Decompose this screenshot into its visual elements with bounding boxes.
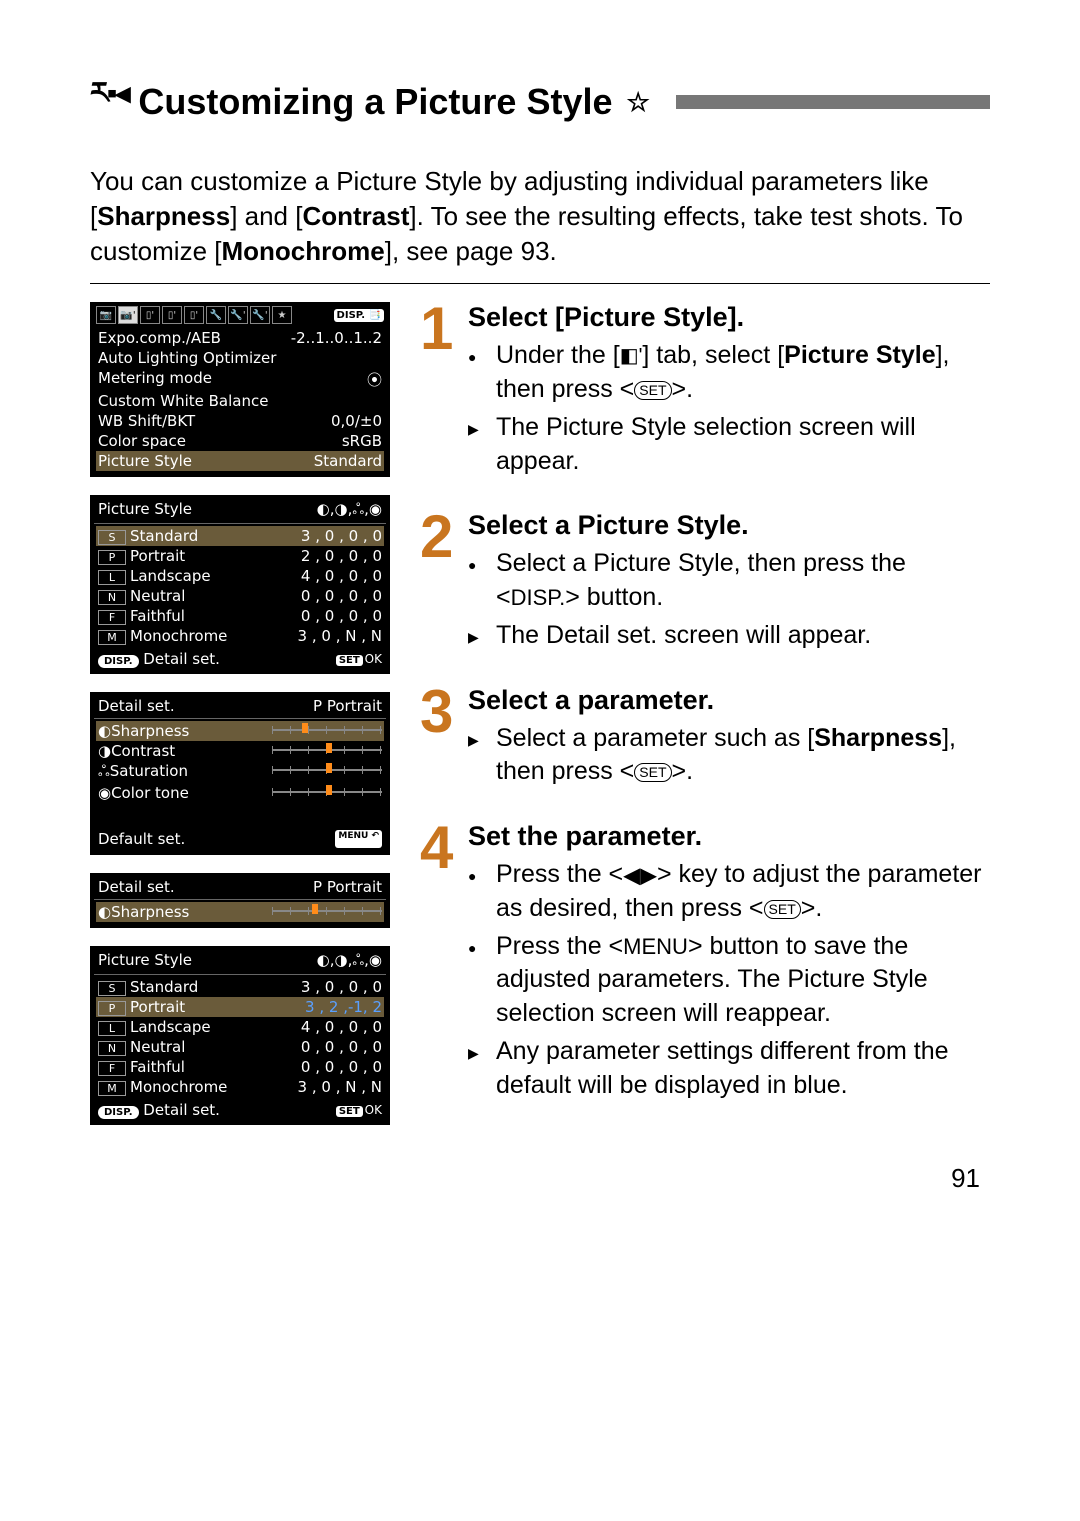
camera-tab-icon: ◧' (620, 345, 643, 367)
slider-icon (272, 786, 382, 798)
tab-icon: 🔧 (206, 306, 226, 324)
sharpness-adjust-screen: Detail set. P Portrait ◐Sharpness (90, 873, 390, 928)
set-button-icon: SET (634, 381, 671, 400)
step-1: 1 Select [Picture Style]. Under the [◧']… (420, 302, 990, 482)
tab-icon: ▯' (162, 306, 182, 324)
slider-icon (272, 905, 382, 917)
default-set-row: Default set. MENU ↶ (96, 829, 384, 849)
left-right-arrows-icon: ◀▶ (623, 863, 657, 888)
step-title: Select a Picture Style. (468, 510, 990, 541)
tab-icon: ▯' (140, 306, 160, 324)
list-header: Detail set. P Portrait (96, 877, 384, 897)
list-item: Metering mode⦿ (96, 368, 384, 391)
detail-set-screen: Detail set. P Portrait ◐Sharpness◑Contra… (90, 692, 390, 855)
list-item: Color spacesRGB (96, 431, 384, 451)
page-number: 91 (90, 1163, 990, 1194)
list-item: LLandscape4 , 0 , 0 , 0 (96, 566, 384, 586)
page-title: ཪ▪◂ Customizing a Picture Style ☆ (90, 60, 990, 144)
tab-icon: 🔧' (250, 306, 270, 324)
list-header: Detail set. P Portrait (96, 696, 384, 716)
list-item: WB Shift/BKT0,0/±0 (96, 411, 384, 431)
tab-selected-icon: 📷' (118, 306, 138, 324)
instruction-text: Press the <MENU> button to save the adju… (468, 930, 990, 1031)
list-header: Picture Style ◐,◑,ஃ,◉ (96, 499, 384, 521)
list-item: NNeutral0 , 0 , 0 , 0 (96, 1037, 384, 1057)
list-item: NNeutral0 , 0 , 0 , 0 (96, 586, 384, 606)
step-number: 1 (420, 302, 468, 482)
instruction-text: Press the <◀▶> key to adjust the paramet… (468, 858, 990, 926)
title-text: Customizing a Picture Style (138, 81, 612, 123)
list-footer: DISP. Detail set. SETOK (96, 1101, 384, 1119)
list-footer: DISP. Detail set. SETOK (96, 650, 384, 668)
list-item: ◐Sharpness (96, 902, 384, 922)
tab-icon: 📷 (96, 306, 116, 324)
list-item: ஃSaturation (96, 761, 384, 783)
list-item: SStandard3 , 0 , 0 , 0 (96, 526, 384, 546)
list-item: Custom White Balance (96, 391, 384, 411)
step-number: 2 (420, 510, 468, 656)
result-text: The Detail set. screen will appear. (468, 619, 990, 653)
slider-icon (272, 764, 382, 776)
tab-row: 📷 📷' ▯' ▯' ▯' 🔧 🔧' 🔧' ★ DISP. 📑 (96, 306, 384, 324)
list-item: ◐Sharpness (96, 721, 384, 741)
divider (90, 283, 990, 284)
set-button-icon: SET (634, 763, 671, 782)
list-item: FFaithful0 , 0 , 0 , 0 (96, 606, 384, 626)
picture-style-result-screen: Picture Style ◐,◑,ஃ,◉ SStandard3 , 0 , 0… (90, 946, 390, 1125)
disp-pill: DISP. (98, 1106, 139, 1119)
step-3: 3 Select a parameter. Select a parameter… (420, 685, 990, 794)
list-item: SStandard3 , 0 , 0 , 0 (96, 977, 384, 997)
list-item: PPortrait3 , 2 ,-1, 2 (96, 997, 384, 1017)
list-header: Picture Style ◐,◑,ஃ,◉ (96, 950, 384, 972)
step-title: Select a parameter. (468, 685, 990, 716)
tab-icon: ★ (272, 306, 292, 324)
set-badge: SET (336, 1106, 363, 1117)
result-text: Any parameter settings different from th… (468, 1035, 990, 1103)
camera-menu-screen: 📷 📷' ▯' ▯' ▯' 🔧 🔧' 🔧' ★ DISP. 📑 Expo.com… (90, 302, 390, 477)
step-4: 4 Set the parameter. Press the <◀▶> key … (420, 821, 990, 1106)
menu-badge: MENU ↶ (335, 830, 382, 848)
list-item: MMonochrome3 , 0 , N , N (96, 626, 384, 646)
disp-badge: DISP. 📑 (334, 309, 384, 322)
list-item: LLandscape4 , 0 , 0 , 0 (96, 1017, 384, 1037)
picture-style-icon: ཪ▪◂ (90, 60, 128, 144)
slider-icon (272, 744, 382, 756)
step-title: Select [Picture Style]. (468, 302, 990, 333)
instruction-text: Select a Picture Style, then press the <… (468, 547, 990, 615)
step-number: 4 (420, 821, 468, 1106)
tab-icon: 🔧' (228, 306, 248, 324)
intro-text: You can customize a Picture Style by adj… (90, 164, 990, 269)
step-title: Set the parameter. (468, 821, 990, 852)
disp-button-label: DISP. (511, 585, 566, 610)
list-item: Picture StyleStandard (96, 451, 384, 471)
result-text: The Picture Style selection screen will … (468, 411, 990, 479)
list-item: MMonochrome3 , 0 , N , N (96, 1077, 384, 1097)
title-bar (676, 95, 990, 109)
instruction-text: Select a parameter such as [Sharpness], … (468, 722, 990, 790)
star-icon: ☆ (627, 87, 650, 118)
list-item: ◉Color tone (96, 783, 384, 803)
disp-pill: DISP. (98, 655, 139, 668)
step-number: 3 (420, 685, 468, 794)
slider-icon (272, 724, 382, 736)
picture-style-list-screen: Picture Style ◐,◑,ஃ,◉ SStandard3 , 0 , 0… (90, 495, 390, 674)
set-button-icon: SET (764, 900, 801, 919)
set-badge: SET (336, 655, 363, 666)
list-item: ◑Contrast (96, 741, 384, 761)
instruction-text: Under the [◧'] tab, select [Picture Styl… (468, 339, 990, 407)
list-item: FFaithful0 , 0 , 0 , 0 (96, 1057, 384, 1077)
tab-icon: ▯' (184, 306, 204, 324)
list-item: Auto Lighting Optimizer (96, 348, 384, 368)
step-2: 2 Select a Picture Style. Select a Pictu… (420, 510, 990, 656)
list-item: PPortrait2 , 0 , 0 , 0 (96, 546, 384, 566)
menu-button-label: MENU (623, 934, 688, 959)
list-item: Expo.comp./AEB-2..1..0..1..2 (96, 328, 384, 348)
